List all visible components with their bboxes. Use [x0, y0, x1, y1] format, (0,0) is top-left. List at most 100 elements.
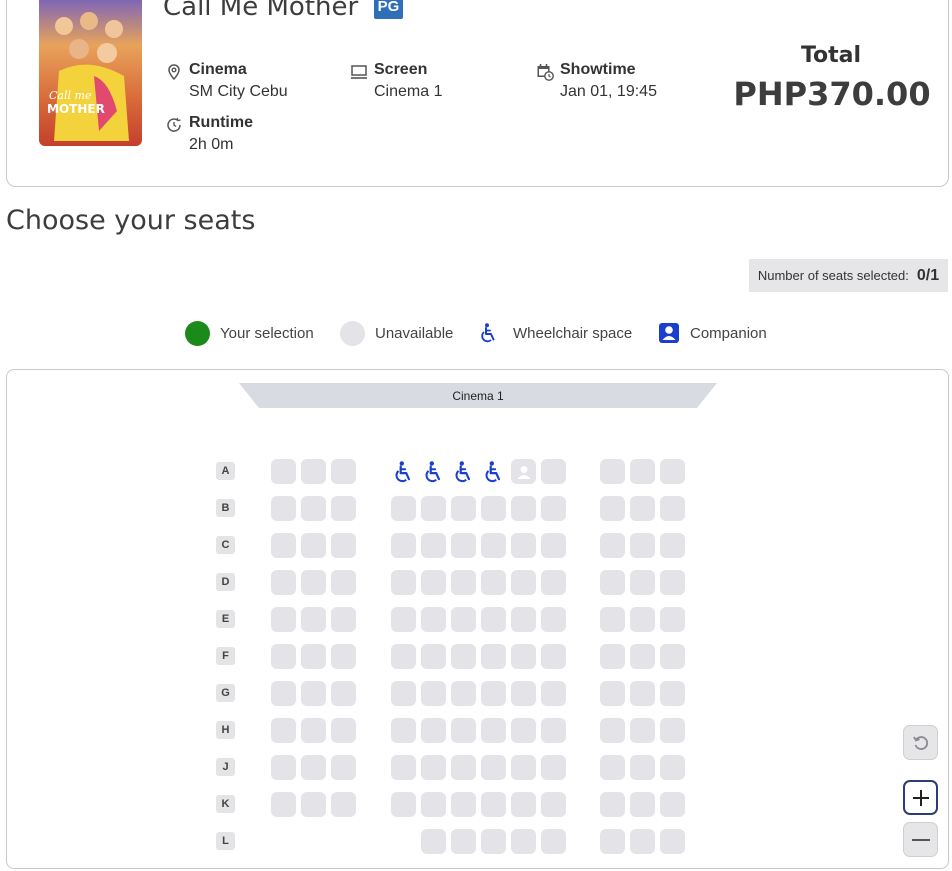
seat-l-6[interactable] [451, 829, 476, 854]
wheelchair-seat-a-3[interactable] [451, 459, 476, 484]
seat-k-3[interactable] [331, 792, 356, 817]
seat-d-8[interactable] [511, 570, 536, 595]
seat-l-8[interactable] [511, 829, 536, 854]
seat-e-11[interactable] [630, 607, 655, 632]
seat-h-11[interactable] [630, 718, 655, 743]
seat-k-5[interactable] [421, 792, 446, 817]
seat-k-2[interactable] [301, 792, 326, 817]
seat-e-7[interactable] [481, 607, 506, 632]
seat-e-2[interactable] [301, 607, 326, 632]
seat-f-10[interactable] [600, 644, 625, 669]
seat-e-9[interactable] [541, 607, 566, 632]
seat-h-6[interactable] [451, 718, 476, 743]
seat-g-4[interactable] [391, 681, 416, 706]
seat-e-8[interactable] [511, 607, 536, 632]
seat-a-2[interactable] [301, 459, 326, 484]
seat-h-9[interactable] [541, 718, 566, 743]
seat-h-2[interactable] [301, 718, 326, 743]
seat-j-5[interactable] [421, 755, 446, 780]
seat-b-8[interactable] [511, 496, 536, 521]
wheelchair-seat-a-1[interactable] [391, 459, 416, 484]
seat-h-4[interactable] [391, 718, 416, 743]
seat-c-11[interactable] [630, 533, 655, 558]
seat-b-1[interactable] [271, 496, 296, 521]
seat-h-7[interactable] [481, 718, 506, 743]
seat-j-10[interactable] [600, 755, 625, 780]
seat-g-9[interactable] [541, 681, 566, 706]
seat-g-11[interactable] [630, 681, 655, 706]
zoom-in-button[interactable] [903, 780, 938, 815]
seat-g-5[interactable] [421, 681, 446, 706]
seat-h-3[interactable] [331, 718, 356, 743]
seat-b-10[interactable] [600, 496, 625, 521]
seat-h-5[interactable] [421, 718, 446, 743]
seat-j-1[interactable] [271, 755, 296, 780]
seat-b-12[interactable] [660, 496, 685, 521]
zoom-out-button[interactable] [903, 822, 938, 857]
seat-a-11[interactable] [630, 459, 655, 484]
seat-k-6[interactable] [451, 792, 476, 817]
seat-e-4[interactable] [391, 607, 416, 632]
seat-h-8[interactable] [511, 718, 536, 743]
seat-k-9[interactable] [541, 792, 566, 817]
seat-k-11[interactable] [630, 792, 655, 817]
seat-f-3[interactable] [331, 644, 356, 669]
seat-f-4[interactable] [391, 644, 416, 669]
seat-g-6[interactable] [451, 681, 476, 706]
seat-b-11[interactable] [630, 496, 655, 521]
seat-c-3[interactable] [331, 533, 356, 558]
seat-c-12[interactable] [660, 533, 685, 558]
seat-f-11[interactable] [630, 644, 655, 669]
seat-h-1[interactable] [271, 718, 296, 743]
seat-e-10[interactable] [600, 607, 625, 632]
seat-a-1[interactable] [271, 459, 296, 484]
seat-a-9[interactable] [541, 459, 566, 484]
seat-f-8[interactable] [511, 644, 536, 669]
seat-j-6[interactable] [451, 755, 476, 780]
wheelchair-seat-a-2[interactable] [421, 459, 446, 484]
seat-l-7[interactable] [481, 829, 506, 854]
seat-l-10[interactable] [600, 829, 625, 854]
seat-k-4[interactable] [391, 792, 416, 817]
seat-k-7[interactable] [481, 792, 506, 817]
seat-d-4[interactable] [391, 570, 416, 595]
seat-l-9[interactable] [541, 829, 566, 854]
seat-g-3[interactable] [331, 681, 356, 706]
seat-e-12[interactable] [660, 607, 685, 632]
seat-e-1[interactable] [271, 607, 296, 632]
wheelchair-seat-a-4[interactable] [481, 459, 506, 484]
seat-f-12[interactable] [660, 644, 685, 669]
seat-b-3[interactable] [331, 496, 356, 521]
seat-j-9[interactable] [541, 755, 566, 780]
seat-g-10[interactable] [600, 681, 625, 706]
seat-b-9[interactable] [541, 496, 566, 521]
seat-d-5[interactable] [421, 570, 446, 595]
seat-c-5[interactable] [421, 533, 446, 558]
seat-f-5[interactable] [421, 644, 446, 669]
seat-b-4[interactable] [391, 496, 416, 521]
seat-b-6[interactable] [451, 496, 476, 521]
seat-k-8[interactable] [511, 792, 536, 817]
seat-j-2[interactable] [301, 755, 326, 780]
seat-g-2[interactable] [301, 681, 326, 706]
seat-d-7[interactable] [481, 570, 506, 595]
seat-k-1[interactable] [271, 792, 296, 817]
seat-g-1[interactable] [271, 681, 296, 706]
reset-view-button[interactable] [903, 725, 938, 760]
seat-d-10[interactable] [600, 570, 625, 595]
seat-d-12[interactable] [660, 570, 685, 595]
seat-b-7[interactable] [481, 496, 506, 521]
seat-e-6[interactable] [451, 607, 476, 632]
seat-c-6[interactable] [451, 533, 476, 558]
seat-c-8[interactable] [511, 533, 536, 558]
seat-d-9[interactable] [541, 570, 566, 595]
seat-a-12[interactable] [660, 459, 685, 484]
seat-k-12[interactable] [660, 792, 685, 817]
seat-c-4[interactable] [391, 533, 416, 558]
seat-g-8[interactable] [511, 681, 536, 706]
seat-d-1[interactable] [271, 570, 296, 595]
companion-seat-a-5[interactable] [511, 459, 536, 484]
seat-d-11[interactable] [630, 570, 655, 595]
seat-l-12[interactable] [660, 829, 685, 854]
seat-e-3[interactable] [331, 607, 356, 632]
